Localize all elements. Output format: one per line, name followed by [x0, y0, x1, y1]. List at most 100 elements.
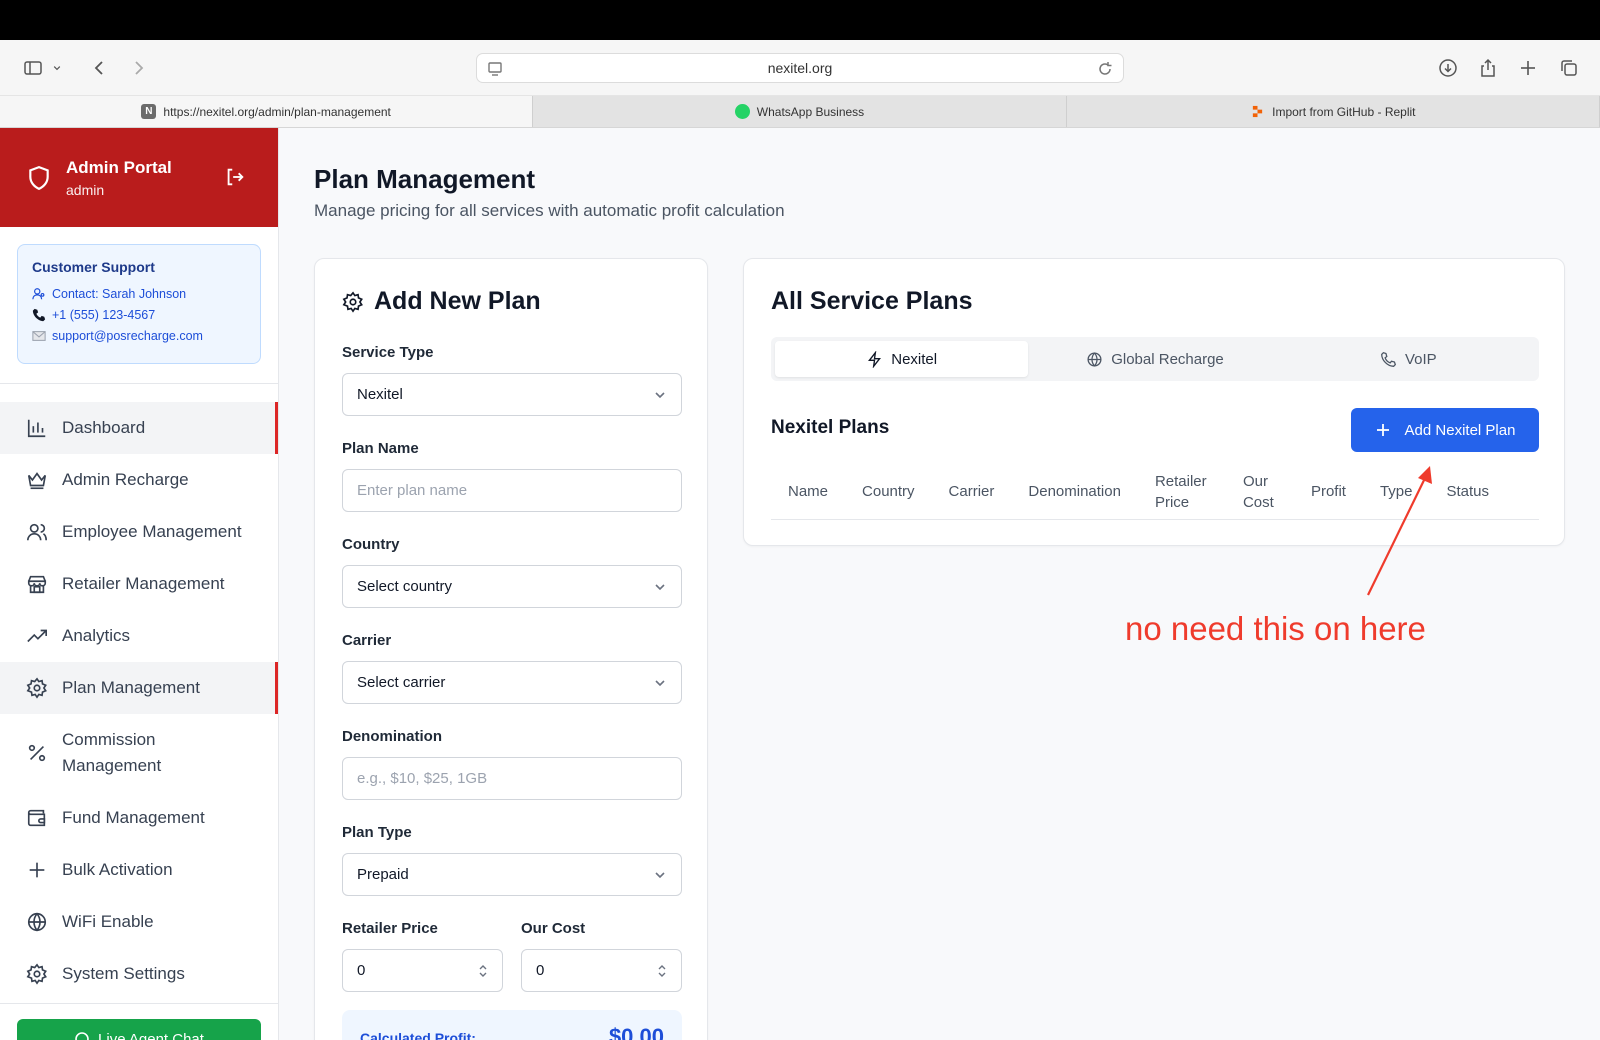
phone-icon — [32, 308, 46, 321]
tab-label: WhatsApp Business — [756, 104, 865, 119]
sidebar-toggle-icon[interactable] — [19, 54, 47, 82]
sidebar-item-fund-management[interactable]: Fund Management — [0, 792, 278, 844]
plans-title: All Service Plans — [771, 287, 973, 315]
lightning-icon — [868, 350, 882, 368]
browser-toolbar: nexitel.org — [0, 40, 1600, 96]
chart-bars-icon — [27, 419, 46, 438]
carrier-select[interactable]: Select carrier — [342, 661, 682, 704]
sidebar: Admin Portal admin Customer Support Cont… — [0, 128, 279, 1040]
system-menu-bar — [0, 0, 1600, 40]
trend-up-icon — [27, 629, 47, 643]
tab-overview-icon[interactable] — [1555, 54, 1583, 82]
user-icon — [32, 287, 45, 299]
sidebar-item-admin-recharge[interactable]: Admin Recharge — [0, 454, 278, 506]
crown-icon — [27, 472, 47, 490]
whatsapp-favicon-icon — [734, 104, 750, 119]
annotation-arrow — [1367, 466, 1432, 596]
shield-icon — [29, 165, 49, 190]
percent-icon — [28, 744, 46, 762]
profit-value: $0.00 — [608, 1024, 664, 1040]
plan-type-select[interactable]: Prepaid — [342, 853, 682, 896]
country-select[interactable]: Select country — [342, 565, 682, 608]
carrier-label: Carrier — [342, 632, 392, 649]
sidebar-item-retailer-management[interactable]: Retailer Management — [0, 558, 278, 610]
column-header[interactable]: Profit — [1294, 481, 1363, 502]
sidebar-item-employee-management[interactable]: Employee Management — [0, 506, 278, 558]
country-label: Country — [342, 536, 400, 553]
back-icon[interactable] — [86, 54, 114, 82]
sidebar-item-bulk-activation[interactable]: Bulk Activation — [0, 844, 278, 896]
sidebar-nav: Dashboard Admin Recharge Employee Manage… — [0, 383, 278, 1000]
retailer-price-input[interactable]: 0 — [342, 949, 503, 992]
column-header[interactable]: Status — [1430, 481, 1507, 502]
calculated-profit-box: Calculated Profit: $0.00 — [342, 1010, 682, 1040]
service-type-select[interactable]: Nexitel — [342, 373, 682, 416]
tab-plan-management[interactable]: N https://nexitel.org/admin/plan-managem… — [0, 96, 534, 127]
support-contact: Contact: Sarah Johnson — [32, 283, 246, 304]
live-agent-chat-button[interactable]: Live Agent Chat — [17, 1019, 261, 1040]
share-icon[interactable] — [1474, 54, 1502, 82]
forward-icon[interactable] — [124, 54, 152, 82]
tab-label: Import from GitHub - Replit — [1272, 104, 1416, 119]
sidebar-item-analytics[interactable]: Analytics — [0, 610, 278, 662]
column-header[interactable]: Name — [771, 481, 845, 502]
column-header[interactable]: Our Cost — [1226, 471, 1294, 513]
column-header[interactable]: Retailer Price — [1138, 471, 1226, 513]
globe-icon — [27, 912, 47, 932]
plus-icon — [29, 862, 45, 878]
brand-title: Admin Portal — [66, 157, 172, 177]
denomination-input[interactable]: e.g., $10, $25, 1GB — [342, 757, 682, 800]
section-title: Nexitel Plans — [771, 417, 890, 438]
denomination-label: Denomination — [342, 728, 442, 745]
support-phone[interactable]: +1 (555) 123-4567 — [32, 304, 246, 325]
gear-icon — [26, 963, 47, 985]
sidebar-divider — [0, 1003, 279, 1004]
gear-icon — [342, 290, 363, 313]
column-header[interactable]: Denomination — [1011, 481, 1138, 502]
support-email[interactable]: support@posrecharge.com — [32, 325, 246, 346]
plan-name-label: Plan Name — [342, 440, 419, 457]
plan-name-input[interactable]: Enter plan name — [342, 469, 682, 512]
form-header: Add New Plan — [342, 287, 541, 316]
our-cost-input[interactable]: 0 — [521, 949, 682, 992]
tab-whatsapp-business[interactable]: WhatsApp Business — [533, 96, 1067, 127]
tab-nexitel[interactable]: Nexitel — [775, 341, 1029, 377]
address-bar[interactable]: nexitel.org — [476, 53, 1124, 83]
sidebar-item-commission-management[interactable]: Commission Management — [0, 714, 278, 792]
sidebar-item-wifi-enable[interactable]: WiFi Enable — [0, 896, 278, 948]
download-icon[interactable] — [1434, 54, 1462, 82]
column-header[interactable]: Carrier — [932, 481, 1012, 502]
customer-support-card: Customer Support Contact: Sarah Johnson … — [17, 244, 261, 364]
annotation-text: no need this on here — [1125, 610, 1426, 647]
chevron-down-icon[interactable] — [50, 54, 64, 82]
sidebar-item-system-settings[interactable]: System Settings — [0, 948, 278, 1000]
stepper-icon[interactable] — [657, 962, 667, 980]
add-nexitel-plan-button[interactable]: Add Nexitel Plan — [1351, 408, 1539, 452]
tab-voip[interactable]: VoIP — [1282, 341, 1535, 377]
page-title: Plan Management — [314, 164, 536, 194]
tab-replit[interactable]: Import from GitHub - Replit — [1067, 96, 1600, 127]
sidebar-item-dashboard[interactable]: Dashboard — [0, 402, 278, 454]
page-settings-icon[interactable] — [485, 59, 505, 79]
form-title: Add New Plan — [374, 287, 541, 315]
browser-tabs: N https://nexitel.org/admin/plan-managem… — [0, 96, 1600, 128]
reload-icon[interactable] — [1095, 59, 1115, 79]
stepper-icon[interactable] — [478, 962, 488, 980]
chevron-down-icon — [655, 584, 665, 591]
users-icon — [27, 523, 47, 541]
plus-icon — [1376, 424, 1389, 436]
service-plans-card: All Service Plans Nexitel Global Recharg… — [743, 258, 1565, 546]
brand-header: Admin Portal admin — [0, 128, 278, 227]
sidebar-item-plan-management[interactable]: Plan Management — [0, 662, 278, 714]
page-subtitle: Manage pricing for all services with aut… — [314, 201, 785, 220]
logout-icon[interactable] — [224, 166, 246, 188]
new-tab-icon[interactable] — [1514, 54, 1542, 82]
wallet-icon — [27, 809, 46, 827]
tab-global-recharge[interactable]: Global Recharge — [1028, 341, 1281, 377]
plan-type-label: Plan Type — [342, 824, 412, 841]
phone-icon — [1381, 351, 1396, 367]
store-icon — [27, 575, 47, 594]
column-header[interactable]: Country — [845, 481, 932, 502]
chevron-down-icon — [655, 680, 665, 687]
address-text[interactable]: nexitel.org — [768, 60, 833, 76]
